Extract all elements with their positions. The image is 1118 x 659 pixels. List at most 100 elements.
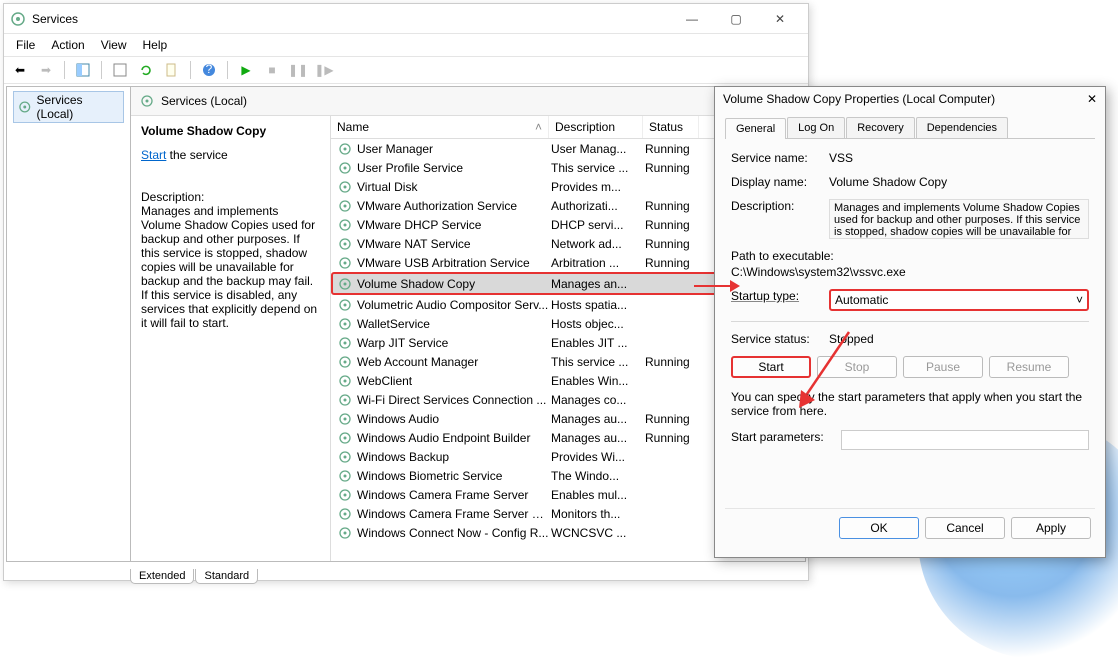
tab-standard[interactable]: Standard bbox=[195, 569, 258, 584]
toolbar-divider bbox=[190, 61, 191, 79]
gear-icon bbox=[337, 335, 353, 351]
sort-icon: ˄ bbox=[535, 120, 542, 134]
minimize-button[interactable]: — bbox=[670, 5, 714, 33]
gear-icon bbox=[17, 99, 33, 115]
row-desc: DHCP servi... bbox=[551, 218, 645, 232]
toolbar-divider bbox=[64, 61, 65, 79]
forward-button[interactable]: ➡ bbox=[34, 59, 58, 81]
gear-icon bbox=[337, 373, 353, 389]
gear-icon bbox=[337, 354, 353, 370]
gear-icon bbox=[337, 316, 353, 332]
dialog-title: Volume Shadow Copy Properties (Local Com… bbox=[723, 92, 1087, 106]
row-desc: This service ... bbox=[551, 355, 645, 369]
row-status: Running bbox=[645, 142, 701, 156]
restart-service-button[interactable]: ❚▶ bbox=[312, 59, 336, 81]
row-desc: Provides Wi... bbox=[551, 450, 645, 464]
close-button[interactable]: ✕ bbox=[758, 5, 802, 33]
divider bbox=[731, 321, 1089, 322]
start-link[interactable]: Start bbox=[141, 148, 166, 162]
row-desc: Authorizati... bbox=[551, 199, 645, 213]
export-button[interactable] bbox=[108, 59, 132, 81]
maximize-button[interactable]: ▢ bbox=[714, 5, 758, 33]
cancel-button[interactable]: Cancel bbox=[925, 517, 1005, 539]
services-icon bbox=[10, 11, 26, 27]
gear-icon bbox=[337, 525, 353, 541]
gear-icon bbox=[337, 217, 353, 233]
row-name: Wi-Fi Direct Services Connection ... bbox=[357, 393, 551, 407]
row-name: User Manager bbox=[357, 142, 551, 156]
row-status: Running bbox=[645, 431, 701, 445]
col-description[interactable]: Description bbox=[549, 116, 643, 138]
tree-item-services-local[interactable]: Services (Local) bbox=[13, 91, 124, 123]
label-path: Path to executable: bbox=[731, 249, 1089, 263]
value-service-status: Stopped bbox=[829, 332, 1089, 346]
row-name: Volume Shadow Copy bbox=[357, 277, 551, 291]
row-name: VMware USB Arbitration Service bbox=[357, 256, 551, 270]
selected-service-name: Volume Shadow Copy bbox=[141, 124, 320, 138]
col-status[interactable]: Status bbox=[643, 116, 699, 138]
pane-header: Services (Local) bbox=[131, 87, 805, 116]
stop-button: Stop bbox=[817, 356, 897, 378]
gear-icon bbox=[139, 93, 155, 109]
stop-button-label: Stop bbox=[845, 360, 870, 374]
tab-extended[interactable]: Extended bbox=[130, 569, 194, 584]
gear-icon bbox=[337, 506, 353, 522]
menubar: File Action View Help bbox=[4, 34, 808, 56]
col-name[interactable]: Name ˄ bbox=[331, 116, 549, 138]
menu-view[interactable]: View bbox=[93, 36, 135, 54]
label-service-name: Service name: bbox=[731, 151, 829, 165]
label-startup-type: Startup type: bbox=[731, 289, 829, 311]
row-name: User Profile Service bbox=[357, 161, 551, 175]
toolbar-divider bbox=[227, 61, 228, 79]
tab-recovery[interactable]: Recovery bbox=[846, 117, 914, 138]
tree-item-label: Services (Local) bbox=[37, 93, 120, 121]
row-desc: This service ... bbox=[551, 161, 645, 175]
close-icon[interactable]: ✕ bbox=[1087, 92, 1097, 106]
row-name: Windows Audio Endpoint Builder bbox=[357, 431, 551, 445]
row-name: WalletService bbox=[357, 317, 551, 331]
row-name: Windows Backup bbox=[357, 450, 551, 464]
menu-file[interactable]: File bbox=[8, 36, 43, 54]
row-name: Volumetric Audio Compositor Serv... bbox=[357, 298, 551, 312]
refresh-button[interactable] bbox=[134, 59, 158, 81]
tab-general[interactable]: General bbox=[725, 118, 786, 139]
row-name: WebClient bbox=[357, 374, 551, 388]
start-params-input[interactable] bbox=[841, 430, 1089, 450]
tab-dependencies[interactable]: Dependencies bbox=[916, 117, 1008, 138]
startup-type-value: Automatic bbox=[835, 293, 888, 307]
row-desc: Manages co... bbox=[551, 393, 645, 407]
row-desc: Manages au... bbox=[551, 431, 645, 445]
gear-icon bbox=[337, 487, 353, 503]
help-button[interactable]: ? bbox=[197, 59, 221, 81]
stop-service-button[interactable]: ■ bbox=[260, 59, 284, 81]
show-hide-button[interactable] bbox=[71, 59, 95, 81]
row-status: Running bbox=[645, 256, 701, 270]
row-name: Windows Audio bbox=[357, 412, 551, 426]
startup-type-select[interactable]: Automatic ˅ bbox=[829, 289, 1089, 311]
back-button[interactable]: ⬅ bbox=[8, 59, 32, 81]
resume-button-label: Resume bbox=[1007, 360, 1052, 374]
pause-button: Pause bbox=[903, 356, 983, 378]
properties-button[interactable] bbox=[160, 59, 184, 81]
gear-icon bbox=[337, 449, 353, 465]
menu-help[interactable]: Help bbox=[135, 36, 176, 54]
pause-button-label: Pause bbox=[926, 360, 960, 374]
row-status: Running bbox=[645, 199, 701, 213]
row-desc: The Windo... bbox=[551, 469, 645, 483]
menu-action[interactable]: Action bbox=[43, 36, 92, 54]
value-description[interactable]: Manages and implements Volume Shadow Cop… bbox=[829, 199, 1089, 239]
start-button[interactable]: Start bbox=[731, 356, 811, 378]
row-name: VMware Authorization Service bbox=[357, 199, 551, 213]
row-status: Running bbox=[645, 237, 701, 251]
apply-button[interactable]: Apply bbox=[1011, 517, 1091, 539]
dialog-titlebar[interactable]: Volume Shadow Copy Properties (Local Com… bbox=[715, 87, 1105, 111]
col-name-label: Name bbox=[337, 120, 369, 134]
tab-logon[interactable]: Log On bbox=[787, 117, 845, 138]
titlebar[interactable]: Services — ▢ ✕ bbox=[4, 4, 808, 34]
ok-button[interactable]: OK bbox=[839, 517, 919, 539]
gear-icon bbox=[337, 160, 353, 176]
services-window: Services — ▢ ✕ File Action View Help ⬅ ➡… bbox=[3, 3, 809, 581]
start-service-button[interactable]: ▶ bbox=[234, 59, 258, 81]
gear-icon bbox=[337, 236, 353, 252]
pause-service-button[interactable]: ❚❚ bbox=[286, 59, 310, 81]
